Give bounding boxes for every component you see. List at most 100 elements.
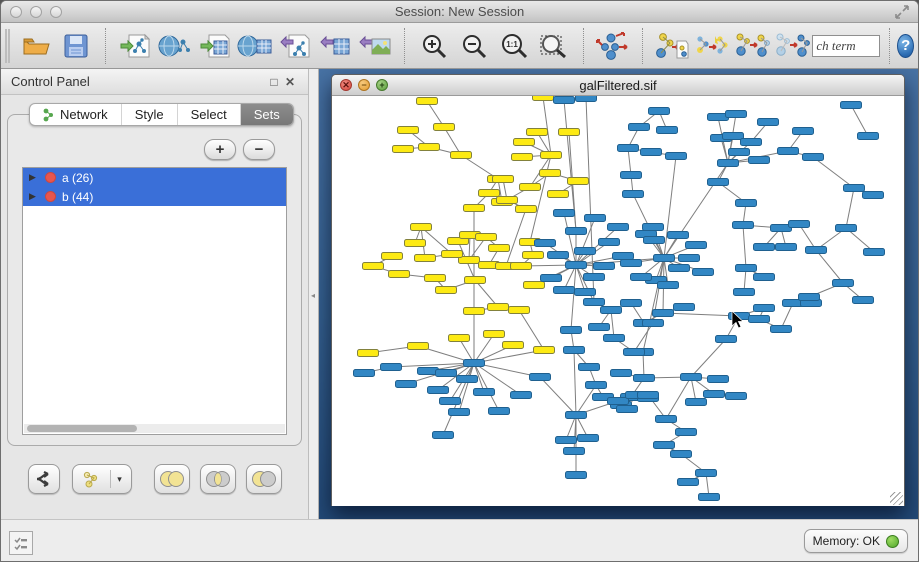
intersection-venn-icon [205, 470, 231, 488]
fullscreen-arrows-icon[interactable] [894, 4, 910, 20]
toolbar-separator [404, 28, 405, 64]
network-desktop: ✕ − + galFiltered.sif [319, 69, 918, 519]
zoom-in-button[interactable] [414, 27, 454, 65]
float-panel-icon[interactable]: □ [266, 75, 282, 89]
merge-networks-icon [734, 31, 770, 61]
set-color-dot [45, 172, 56, 183]
network-from-selection-icon [655, 31, 689, 61]
filter-networks-button[interactable] [772, 27, 812, 65]
tab-sets[interactable]: Sets [241, 104, 293, 125]
control-panel: Control Panel □ ✕ Network Style Select S… [1, 69, 309, 519]
sets-list: ▶ a (26) ▶ b (44) [22, 167, 287, 435]
horizontal-scrollbar[interactable] [24, 424, 285, 433]
list-item-set-b[interactable]: ▶ b (44) [23, 187, 286, 206]
tab-select-label: Select [191, 107, 227, 122]
list-item-set-a[interactable]: ▶ a (26) [23, 168, 286, 187]
remove-set-button[interactable]: − [243, 139, 275, 160]
network-tab-icon [43, 108, 55, 122]
union-venn-icon [159, 470, 185, 488]
tab-network-label: Network [60, 107, 108, 122]
tab-select[interactable]: Select [178, 104, 241, 125]
tab-style-label: Style [135, 107, 164, 122]
cytoscape-app-window: Session: New Session [0, 0, 919, 562]
status-bar: Memory: OK [1, 519, 918, 561]
import-table-web-icon [237, 32, 273, 60]
export-table-icon [319, 32, 351, 60]
tab-sets-label: Sets [254, 107, 280, 122]
network-window-title: galFiltered.sif [332, 78, 904, 93]
tab-network[interactable]: Network [30, 104, 122, 125]
zoom-actual-size-button[interactable]: 1:1 [494, 27, 534, 65]
zoom-out-icon [460, 32, 488, 60]
help-question-icon: ? [901, 37, 910, 54]
toolbar-separator [583, 28, 584, 64]
import-network-file-icon [119, 32, 151, 60]
zoom-selected-button[interactable] [534, 27, 574, 65]
network-canvas[interactable] [332, 96, 904, 506]
close-panel-icon[interactable]: ✕ [282, 75, 298, 89]
import-table-web-button[interactable] [235, 27, 275, 65]
layout-network-icon [596, 31, 630, 61]
import-network-web-icon [158, 32, 192, 60]
set-label: b (44) [62, 190, 93, 204]
import-network-web-button[interactable] [155, 27, 195, 65]
main-toolbar: 1:1 [1, 23, 918, 69]
export-network-button[interactable] [275, 27, 315, 65]
export-table-button[interactable] [315, 27, 355, 65]
export-network-icon [279, 32, 311, 60]
import-network-file-button[interactable] [115, 27, 155, 65]
expander-icon[interactable]: ▶ [29, 191, 39, 202]
union-sets-button[interactable] [154, 464, 190, 494]
app-titlebar[interactable]: Session: New Session [1, 1, 918, 23]
export-image-button[interactable] [355, 27, 395, 65]
toolbar-separator [642, 28, 643, 64]
memory-status-button[interactable]: Memory: OK [804, 529, 908, 553]
network-from-selection-button[interactable] [652, 27, 692, 65]
save-session-button[interactable] [56, 27, 96, 65]
import-table-file-icon [199, 32, 231, 60]
zoom-out-button[interactable] [454, 27, 494, 65]
show-tasks-button[interactable] [9, 531, 33, 555]
import-table-file-button[interactable] [195, 27, 235, 65]
toolbar-separator [105, 28, 106, 64]
difference-venn-icon [251, 470, 277, 488]
split-set-button[interactable] [28, 464, 60, 494]
difference-sets-button[interactable] [246, 464, 282, 494]
network-view-window[interactable]: ✕ − + galFiltered.sif [331, 74, 905, 506]
create-set-from-network-button[interactable]: ▾ [72, 464, 132, 494]
tab-style[interactable]: Style [122, 104, 178, 125]
network-window-titlebar[interactable]: ✕ − + galFiltered.sif [332, 75, 904, 96]
sets-panel: + − ▶ a (26) ▶ b (44) [7, 114, 302, 446]
memory-label: Memory: OK [813, 534, 880, 548]
expander-icon[interactable]: ▶ [29, 172, 39, 183]
apply-layout-button[interactable] [593, 27, 633, 65]
plus-icon: + [216, 141, 225, 158]
one-to-one-label: 1:1 [507, 40, 519, 49]
save-floppy-icon [63, 33, 89, 59]
set-label: a (26) [62, 171, 93, 185]
open-session-button[interactable] [16, 27, 56, 65]
export-image-icon [358, 32, 392, 60]
clone-network-button[interactable] [692, 27, 732, 65]
minus-icon: − [255, 141, 264, 158]
clone-network-icon [694, 31, 730, 61]
control-panel-title: Control Panel [11, 74, 266, 89]
zoom-in-icon [420, 32, 448, 60]
zoom-one-to-one-icon: 1:1 [499, 32, 529, 60]
add-set-button[interactable]: + [204, 139, 236, 160]
toolbar-separator [889, 28, 890, 64]
fork-arrows-icon [34, 470, 54, 488]
open-folder-icon [21, 34, 51, 58]
resize-grip[interactable] [890, 492, 903, 505]
filter-networks-icon [774, 31, 810, 61]
panel-splitter[interactable]: ◂ [309, 69, 319, 519]
splitter-collapse-icon[interactable]: ◂ [311, 291, 315, 300]
help-button[interactable]: ? [897, 34, 914, 58]
merge-networks-button[interactable] [732, 27, 772, 65]
control-panel-header: Control Panel □ ✕ [1, 69, 308, 95]
network-graph[interactable] [332, 96, 904, 506]
intersect-sets-button[interactable] [200, 464, 236, 494]
scrollbar-thumb[interactable] [27, 425, 137, 432]
search-input[interactable] [812, 35, 880, 57]
dropdown-arrow-icon[interactable]: ▾ [117, 474, 122, 485]
